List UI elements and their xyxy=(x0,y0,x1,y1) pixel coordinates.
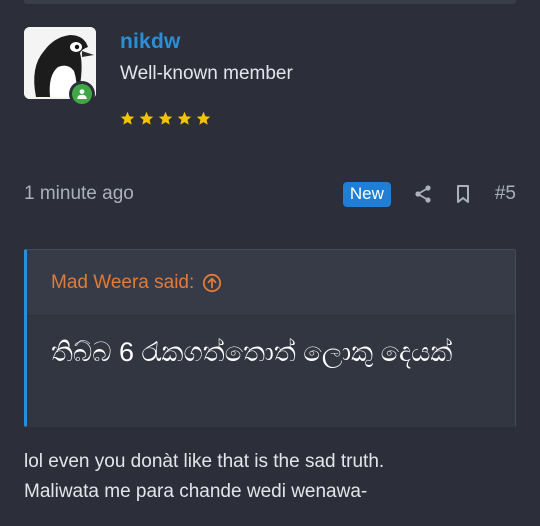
star-icon xyxy=(196,111,211,125)
message-line: Maliwata me para chande wedi wenawa- xyxy=(24,481,368,502)
quote-author[interactable]: Mad Weera said: xyxy=(51,272,194,294)
username-link[interactable]: nikdw xyxy=(120,30,181,54)
quote-block: Mad Weera said: තිබ්බ 6 රැකගත්තොත් ලොකු … xyxy=(24,249,516,427)
post-meta: 1 minute ago New #5 xyxy=(24,180,516,208)
star-icon xyxy=(139,111,154,125)
post-actions: New #5 xyxy=(342,181,516,207)
star-icon xyxy=(158,111,173,125)
user-title: Well-known member xyxy=(120,63,293,84)
message-line: lol even you donàt like that is the sad … xyxy=(24,451,385,472)
online-status xyxy=(69,81,95,107)
post-timestamp[interactable]: 1 minute ago xyxy=(24,183,134,205)
quote-header[interactable]: Mad Weera said: xyxy=(27,250,515,316)
arrow-up-circle-icon[interactable] xyxy=(202,273,222,293)
new-badge: New xyxy=(342,181,391,207)
share-icon[interactable] xyxy=(413,184,433,204)
message-body: lol even you donàt like that is the sad … xyxy=(24,447,524,507)
star-icon xyxy=(120,111,135,125)
rating-stars xyxy=(120,111,211,126)
bookmark-icon[interactable] xyxy=(453,184,473,204)
quote-text: තිබ්බ 6 රැකගත්තොත් ලොකු දෙයක් xyxy=(27,316,515,427)
previous-post-edge xyxy=(24,0,516,4)
star-icon xyxy=(177,111,192,125)
user-online-icon xyxy=(72,84,92,104)
post-number-link[interactable]: #5 xyxy=(495,183,516,205)
